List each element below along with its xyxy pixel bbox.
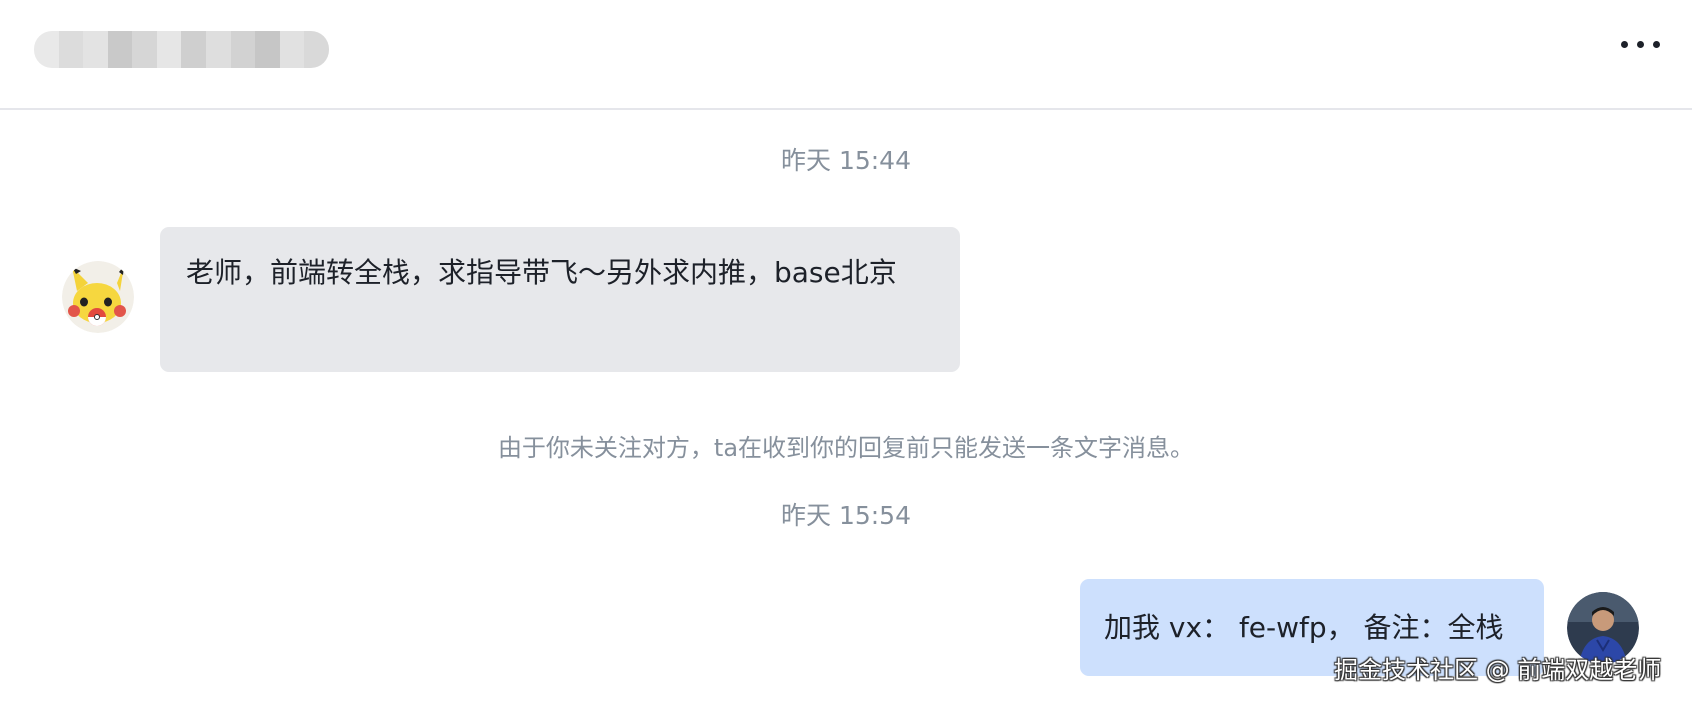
message-timestamp: 昨天 15:44 xyxy=(781,146,911,175)
outgoing-message-text: 加我 vx： fe-wfp， 备注：全栈 xyxy=(1104,611,1504,644)
more-options-button[interactable] xyxy=(1612,28,1668,60)
incoming-message-text: 老师，前端转全栈，求指导带飞～另外求内推，base北京 xyxy=(186,256,897,289)
more-horizontal-icon xyxy=(1636,40,1644,48)
watermark: 掘金技术社区 @ 前端双越老师 xyxy=(1334,656,1662,684)
more-horizontal-icon xyxy=(1652,40,1660,48)
chat-header xyxy=(0,0,1692,110)
follow-restriction-notice: 由于你未关注对方，ta在收到你的回复前只能发送一条文字消息。 xyxy=(497,434,1195,462)
more-horizontal-icon xyxy=(1620,40,1628,48)
pikachu-avatar-icon xyxy=(62,261,134,333)
sender-avatar[interactable] xyxy=(62,261,134,333)
message-timestamp: 昨天 15:54 xyxy=(781,501,911,530)
incoming-message-bubble[interactable]: 老师，前端转全栈，求指导带飞～另外求内推，base北京 xyxy=(160,227,960,372)
contact-name-blurred xyxy=(34,31,329,68)
